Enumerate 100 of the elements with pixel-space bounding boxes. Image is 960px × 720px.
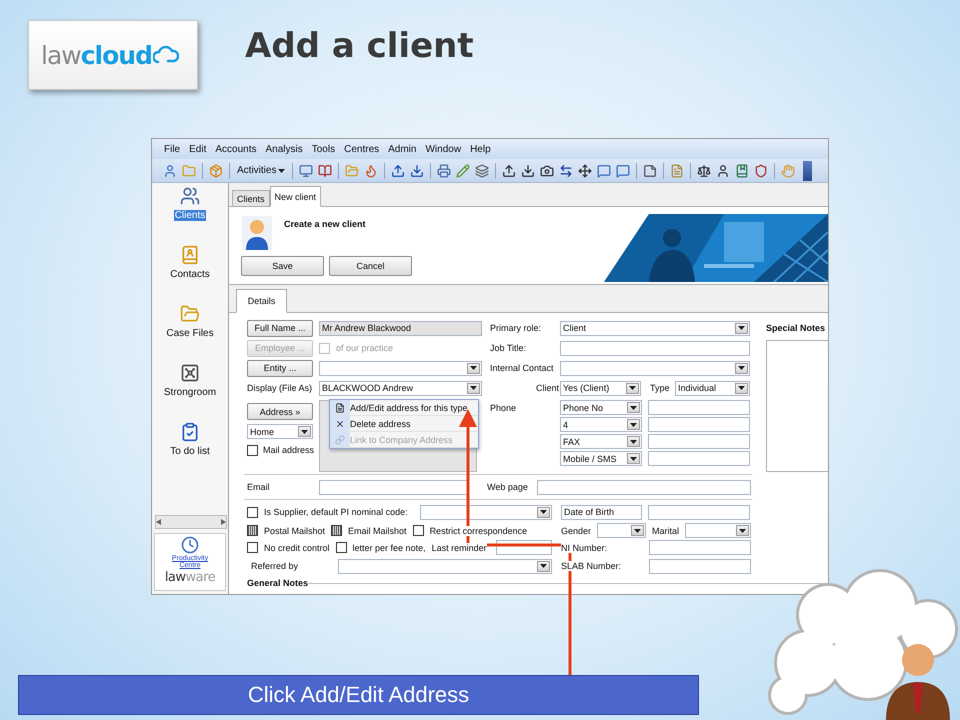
arrows-icon[interactable] <box>558 162 574 178</box>
tab[interactable]: Clients <box>232 190 270 207</box>
sidebar-item[interactable]: Strongroom <box>162 387 218 398</box>
note-icon[interactable] <box>642 162 658 178</box>
menu-item[interactable]: Window <box>425 144 462 154</box>
shield-icon[interactable] <box>753 162 770 178</box>
dropdown-field[interactable] <box>420 504 552 520</box>
address-button[interactable]: Address » <box>247 403 313 420</box>
dropdown-button[interactable] <box>537 506 550 518</box>
checkbox[interactable] <box>247 444 258 456</box>
dropdown-field[interactable]: Phone No <box>560 400 642 415</box>
text-field[interactable]: Mr Andrew Blackwood <box>319 320 482 336</box>
dropdown-field[interactable]: BLACKWOOD Andrew <box>319 380 482 396</box>
dropdown-button[interactable] <box>627 436 640 447</box>
cancel-button[interactable]: Cancel <box>329 256 412 276</box>
menu-item[interactable]: Help <box>470 144 491 154</box>
dropdown-button[interactable] <box>627 402 640 413</box>
safe-icon[interactable] <box>180 363 200 383</box>
layers-icon[interactable] <box>474 162 490 178</box>
text-field[interactable] <box>319 480 469 494</box>
full-name-button[interactable]: Full Name ... <box>247 320 313 336</box>
dropdown-button[interactable] <box>298 426 311 437</box>
scrollbar[interactable] <box>155 515 227 529</box>
checkbox[interactable] <box>412 525 424 536</box>
dropdown-button[interactable] <box>626 382 639 394</box>
text-field[interactable] <box>649 558 751 574</box>
dropdown-field[interactable]: 4 <box>560 417 642 432</box>
text-field[interactable] <box>560 340 750 356</box>
dropdown-button[interactable] <box>631 525 644 536</box>
activities-dropdown[interactable]: Activities <box>235 165 288 176</box>
checklist-icon[interactable] <box>180 422 200 442</box>
arrow-right-icon[interactable] <box>221 519 226 525</box>
scale-icon[interactable] <box>696 162 712 178</box>
checkbox[interactable] <box>331 525 342 536</box>
dropdown-field[interactable]: FAX <box>560 434 642 449</box>
camera-icon[interactable] <box>539 162 556 178</box>
upload-icon[interactable] <box>390 162 406 178</box>
notes-field[interactable] <box>766 340 828 472</box>
dropdown-button[interactable] <box>735 382 748 394</box>
overflow-button[interactable] <box>803 160 812 180</box>
monitor-icon[interactable] <box>298 162 314 178</box>
text-field[interactable] <box>648 451 750 466</box>
dropdown-field[interactable] <box>560 360 750 376</box>
dropdown-button[interactable] <box>736 525 750 536</box>
sidebar-item[interactable]: To do list <box>169 446 211 457</box>
entity-button[interactable]: Entity ... <box>247 360 313 376</box>
message-icon[interactable] <box>615 162 632 178</box>
checkbox[interactable] <box>247 542 258 553</box>
dropdown-field[interactable]: Individual <box>675 380 750 396</box>
dropdown-field[interactable]: Yes (Client) <box>560 380 641 396</box>
menu-item[interactable]: Add/Edit address for this type <box>330 400 478 416</box>
download-icon[interactable] <box>409 162 426 178</box>
checkbox[interactable] <box>336 542 347 553</box>
text-field[interactable] <box>648 434 750 449</box>
dropdown-field[interactable] <box>319 360 482 376</box>
menu-item[interactable]: Centres <box>344 144 380 154</box>
dropdown-field[interactable] <box>685 523 752 538</box>
document-icon[interactable] <box>669 162 686 178</box>
download-icon[interactable] <box>520 162 536 178</box>
save-button[interactable]: Save <box>241 256 324 276</box>
menu-item[interactable]: Edit <box>189 144 206 154</box>
message-icon[interactable] <box>596 162 612 178</box>
book-icon[interactable] <box>734 162 750 178</box>
sidebar-item[interactable]: Clients <box>174 210 206 221</box>
dropdown-field[interactable] <box>597 523 646 538</box>
upload-icon[interactable] <box>501 162 518 178</box>
tab[interactable]: New client <box>270 186 322 207</box>
sidebar-item[interactable]: Contacts <box>169 269 211 280</box>
dropdown-button[interactable] <box>735 322 748 334</box>
dropdown-button[interactable] <box>627 453 640 464</box>
dropdown-button[interactable] <box>735 362 748 374</box>
pencil-icon[interactable] <box>455 162 472 178</box>
users-icon[interactable] <box>180 186 200 206</box>
printer-icon[interactable] <box>436 162 452 178</box>
move-icon[interactable] <box>577 162 594 178</box>
tab[interactable]: Details <box>236 289 287 313</box>
menu-item[interactable]: Admin <box>388 144 416 154</box>
checkbox[interactable] <box>247 525 258 536</box>
menu-item[interactable]: Accounts <box>215 144 256 154</box>
text-field[interactable] <box>649 540 751 555</box>
text-field[interactable] <box>537 480 751 494</box>
dropdown-button[interactable] <box>467 362 480 374</box>
dropdown-field[interactable]: Mobile / SMS <box>560 451 642 466</box>
menu-item[interactable]: Delete address <box>330 416 478 432</box>
menu-item[interactable]: File <box>164 144 180 154</box>
checkbox[interactable] <box>247 506 258 518</box>
dropdown-field[interactable] <box>338 558 552 574</box>
dropdown-field[interactable]: Home <box>247 424 313 439</box>
menu-item[interactable]: Tools <box>312 144 336 154</box>
dropdown-field[interactable]: Client <box>560 320 750 336</box>
arrow-left-icon[interactable] <box>156 519 161 525</box>
dropdown-button[interactable] <box>467 382 480 394</box>
text-field[interactable] <box>648 504 750 520</box>
dropdown-button[interactable] <box>627 419 640 430</box>
dropdown-button[interactable] <box>537 560 550 572</box>
text-field[interactable] <box>648 400 750 415</box>
sidebar-item[interactable]: Case Files <box>165 328 215 339</box>
book-icon[interactable] <box>317 162 334 178</box>
text-field[interactable] <box>648 417 750 432</box>
menu-item[interactable]: Analysis <box>266 144 303 154</box>
